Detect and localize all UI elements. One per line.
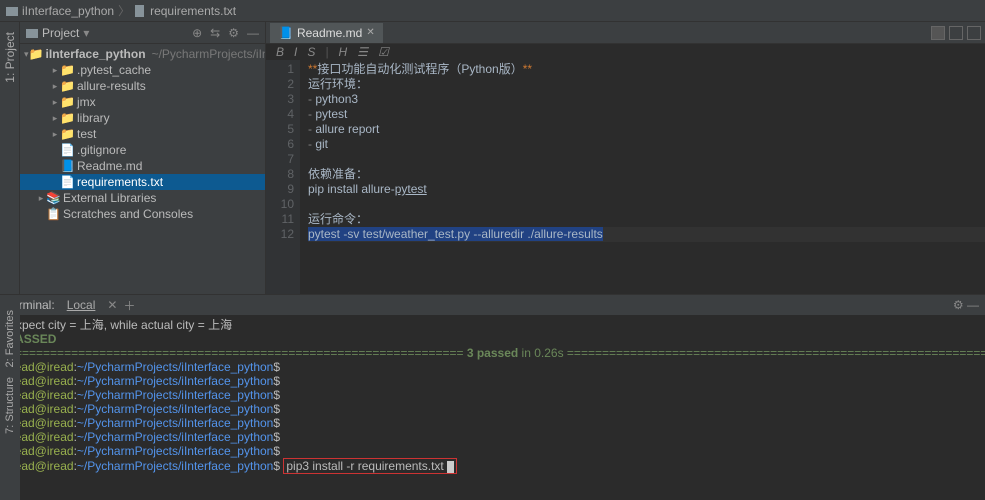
project-tree: ▾ 📁 iInterface_python ~/PycharmProjects/… (20, 44, 265, 294)
editor-tabs: 📘 Readme.md ✕ (266, 22, 985, 44)
project-icon (26, 27, 38, 39)
markdown-icon: 📘 (278, 26, 293, 40)
close-tab-icon[interactable]: ✕ (366, 27, 374, 38)
favorites-tool-tab[interactable]: 2: Favorites (4, 310, 16, 367)
left-tool-strip: 1: Project (0, 22, 20, 294)
md-check[interactable]: ☑ (378, 45, 389, 59)
editor-tab-label: Readme.md (297, 26, 362, 40)
tree-node[interactable]: 📘Readme.md (20, 158, 265, 174)
editor-view-1[interactable] (931, 26, 945, 40)
tree-node[interactable]: 📄requirements.txt (20, 174, 265, 190)
md-bold[interactable]: B (276, 45, 284, 59)
terminal-tab-close-icon[interactable]: ✕ (107, 298, 117, 312)
tree-root-name: iInterface_python (46, 47, 146, 61)
terminal-output[interactable]: Expect city = 上海, while actual city = 上海… (0, 315, 985, 500)
terminal-add-tab[interactable]: ＋ (123, 297, 135, 314)
folder-icon (6, 5, 18, 17)
project-pane-header: Project ▾ ⊕ ⇆ ⚙ — (20, 22, 265, 44)
line-gutter: 123456789101112 (266, 60, 300, 294)
file-icon (134, 5, 146, 17)
terminal-panel: Terminal: Local ✕ ＋ ⚙ — Expect city = 上海… (0, 294, 985, 500)
tree-node[interactable]: 📋Scratches and Consoles (20, 206, 265, 222)
terminal-settings-icon[interactable]: ⚙ — (953, 298, 979, 312)
breadcrumb-sep: 〉 (118, 2, 130, 19)
breadcrumb-file[interactable]: requirements.txt (150, 4, 236, 18)
editor-area: 📘 Readme.md ✕ B I S | H ☰ ☑ 123456789101… (266, 22, 985, 294)
tree-node[interactable]: ▸📁.pytest_cache (20, 62, 265, 78)
editor-view-toggles (931, 26, 981, 40)
hide-icon[interactable]: — (247, 26, 259, 40)
md-italic[interactable]: I (294, 45, 297, 59)
terminal-header: Terminal: Local ✕ ＋ ⚙ — (0, 295, 985, 315)
tree-node[interactable]: ▸📁library (20, 110, 265, 126)
breadcrumb-bar: iInterface_python 〉 requirements.txt (0, 0, 985, 22)
expand-icon[interactable]: ⇆ (210, 26, 220, 40)
md-header[interactable]: H (339, 45, 348, 59)
dropdown-arrow-icon[interactable]: ▾ (83, 26, 89, 40)
md-list[interactable]: ☰ (357, 45, 368, 59)
project-tool-tab[interactable]: 1: Project (1, 28, 19, 87)
left-bottom-strip: 2: Favorites 7: Structure (0, 300, 20, 500)
tree-node[interactable]: ▸📁jmx (20, 94, 265, 110)
tree-root[interactable]: ▾ 📁 iInterface_python ~/PycharmProjects/… (20, 46, 265, 62)
terminal-tab-local[interactable]: Local (61, 296, 102, 314)
editor-tab-readme[interactable]: 📘 Readme.md ✕ (270, 23, 383, 43)
tree-node[interactable]: ▸📁allure-results (20, 78, 265, 94)
editor-view-3[interactable] (967, 26, 981, 40)
project-pane: Project ▾ ⊕ ⇆ ⚙ — ▾ 📁 iInterface_python … (20, 22, 266, 294)
markdown-toolbar: B I S | H ☰ ☑ (266, 44, 985, 60)
md-strike[interactable]: S (307, 45, 315, 59)
editor-body[interactable]: 123456789101112 **接口功能自动化测试程序（Python版）**… (266, 60, 985, 294)
folder-icon: 📁 (29, 47, 43, 61)
tree-node[interactable]: ▸📚External Libraries (20, 190, 265, 206)
tree-node[interactable]: 📄.gitignore (20, 142, 265, 158)
tree-node[interactable]: ▸📁test (20, 126, 265, 142)
project-pane-title[interactable]: Project (42, 26, 79, 40)
editor-view-2[interactable] (949, 26, 963, 40)
structure-tool-tab[interactable]: 7: Structure (4, 377, 16, 434)
collapse-icon[interactable]: ⊕ (192, 26, 202, 40)
settings-icon[interactable]: ⚙ (228, 26, 239, 40)
breadcrumb-root[interactable]: iInterface_python (22, 4, 114, 18)
code-content[interactable]: **接口功能自动化测试程序（Python版）**运行环境：- python3- … (300, 60, 985, 294)
tree-root-path: ~/PycharmProjects/iInterface_pyt (152, 47, 265, 61)
